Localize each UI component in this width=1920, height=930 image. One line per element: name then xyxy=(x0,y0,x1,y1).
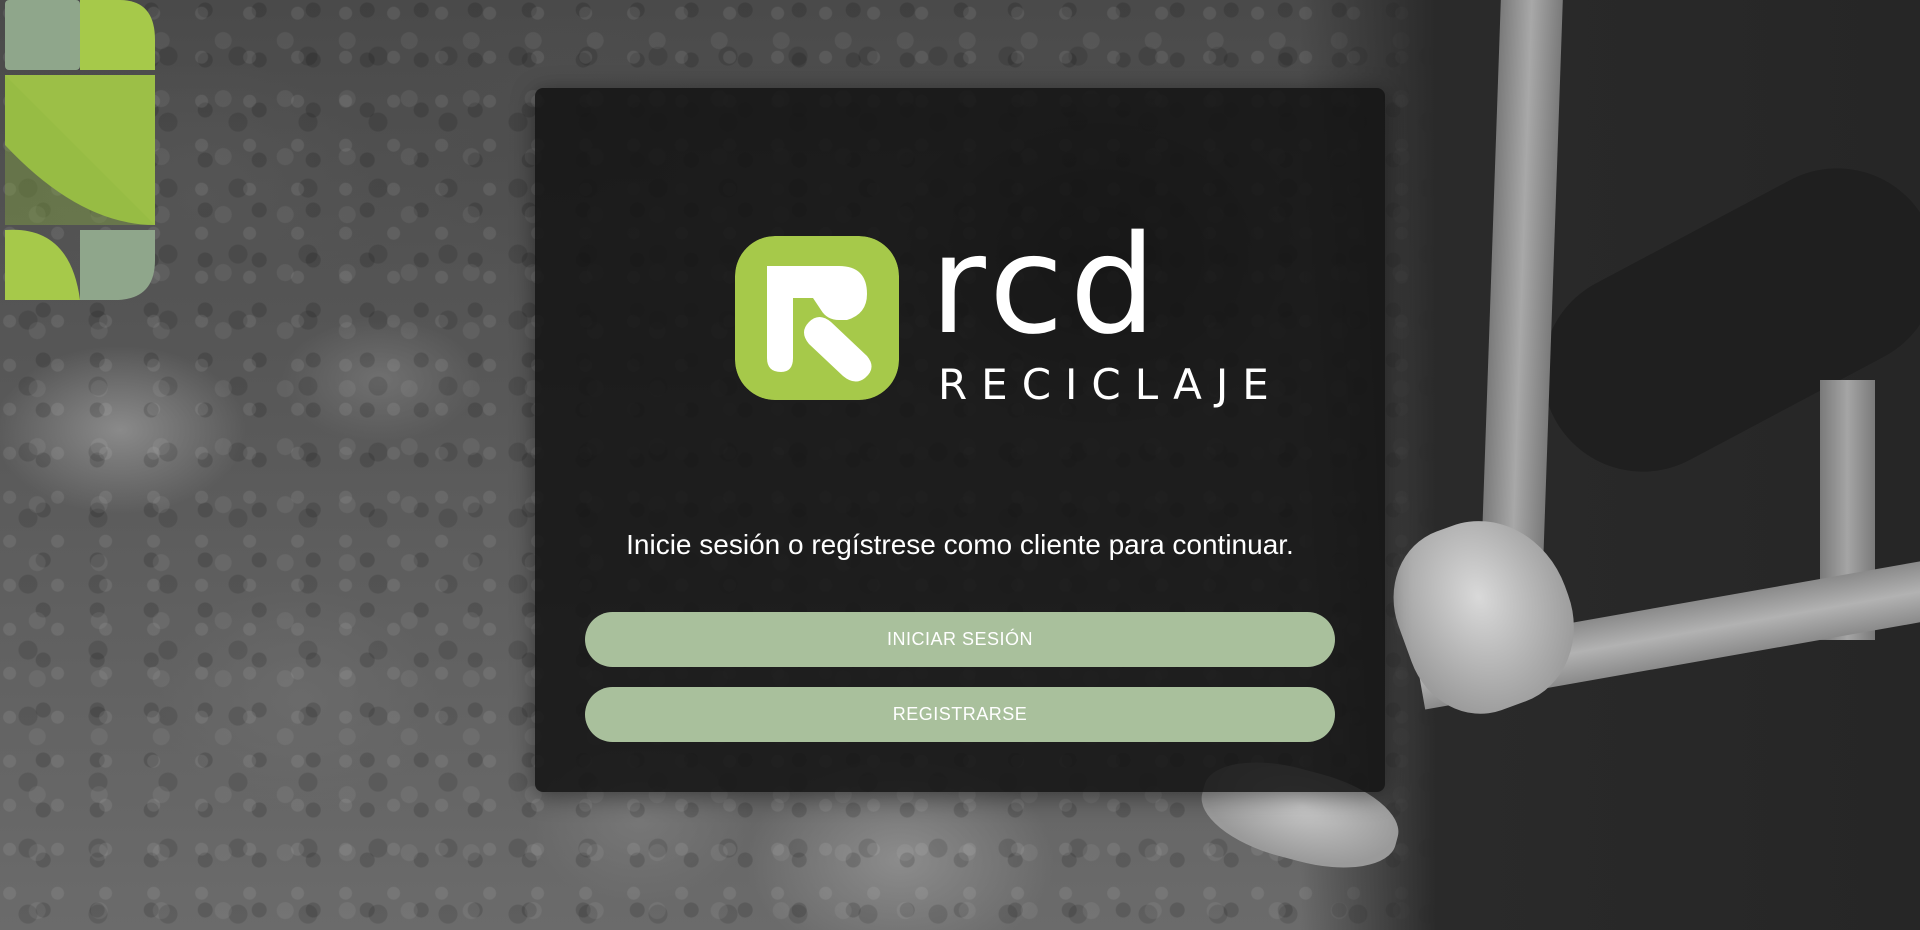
auth-prompt: Inicie sesión o regístrese como cliente … xyxy=(626,529,1294,560)
brand-logo: rcd RECICLAJE xyxy=(735,218,1269,416)
register-button[interactable]: REGISTRARSE xyxy=(585,687,1335,742)
brand-wordmark: rcd xyxy=(930,207,1163,365)
brand-subtitle: RECICLAJE xyxy=(938,360,1283,409)
rcd-logo-mark-icon xyxy=(735,236,899,400)
auth-card: rcd RECICLAJE Inicie sesión o regístrese… xyxy=(535,88,1385,792)
login-button[interactable]: INICIAR SESIÓN xyxy=(585,612,1335,667)
page: rcd RECICLAJE Inicie sesión o regístrese… xyxy=(0,0,1920,930)
leaf-tiles-icon xyxy=(5,0,155,300)
